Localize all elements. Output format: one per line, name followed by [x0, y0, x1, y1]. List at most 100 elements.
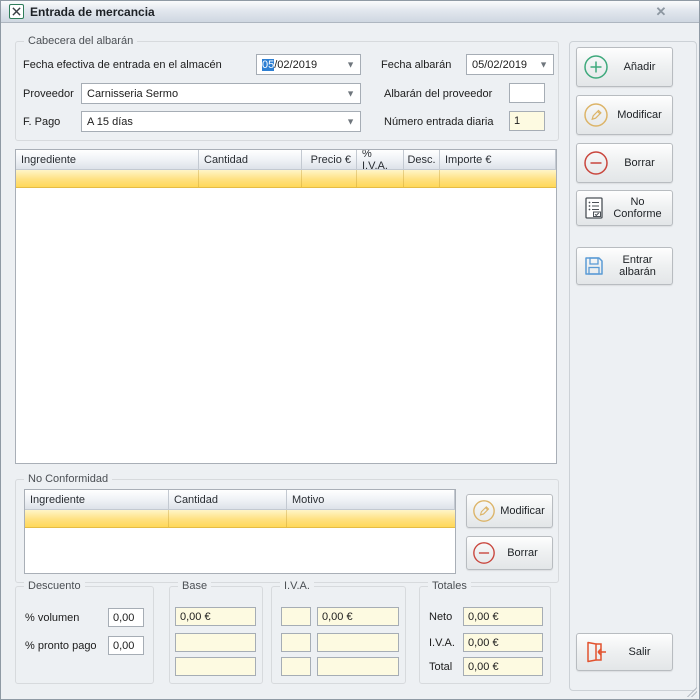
iva-amount-3-field — [317, 657, 399, 676]
ingredientes-grid[interactable]: Ingrediente Cantidad Precio € % I.V.A. D… — [15, 149, 557, 464]
plus-circle-icon — [581, 54, 611, 80]
delete-button-label: Borrar — [611, 157, 668, 169]
column-header-cantidad[interactable]: Cantidad — [199, 150, 302, 170]
add-button-label: Añadir — [611, 61, 668, 73]
app-icon — [9, 4, 24, 19]
add-button[interactable]: Añadir — [576, 47, 673, 87]
iva-amount-1-value: 0,00 € — [322, 611, 353, 623]
iva-amount-2-field — [317, 633, 399, 652]
f-pago-value: A 15 días — [87, 116, 133, 128]
grid-header-row: Ingrediente Cantidad Precio € % I.V.A. D… — [16, 150, 556, 170]
iva-amount-1-field: 0,00 € — [317, 607, 399, 626]
totales-iva-value: 0,00 € — [468, 637, 499, 649]
exit-button-label: Salir — [611, 646, 668, 658]
nc-column-header-motivo[interactable]: Motivo — [287, 490, 455, 510]
save-albaran-button-label: Entrar albarán — [607, 254, 668, 278]
iva-pct-3-field — [281, 657, 311, 676]
chevron-down-icon[interactable]: ▼ — [346, 88, 355, 98]
column-header-ingrediente[interactable]: Ingrediente — [16, 150, 199, 170]
pronto-pago-input[interactable]: 0,00 — [108, 636, 144, 655]
albaran-proveedor-label: Albarán del proveedor — [384, 88, 492, 100]
base-1-value: 0,00 € — [180, 611, 211, 623]
totales-iva-label: I.V.A. — [429, 637, 455, 649]
window-title: Entrada de mercancia — [30, 5, 155, 19]
modify-button-label: Modificar — [611, 109, 668, 121]
fecha-entrada-rest: /02/2019 — [274, 59, 317, 71]
exit-button[interactable]: Salir — [576, 633, 673, 671]
pronto-pago-value: 0,00 — [113, 640, 134, 652]
nc-modify-button[interactable]: Modificar — [466, 494, 553, 528]
pencil-circle-icon — [471, 499, 497, 523]
iva-title: I.V.A. — [280, 580, 314, 592]
nc-grid-header-row: Ingrediente Cantidad Motivo — [25, 490, 455, 510]
titlebar: Entrada de mercancia ✕ — [1, 1, 699, 23]
proveedor-select[interactable]: Carnisseria Sermo ▼ — [81, 83, 361, 104]
no-conformidad-grid[interactable]: Ingrediente Cantidad Motivo — [24, 489, 456, 574]
descuento-title: Descuento — [24, 580, 85, 592]
iva-pct-2-field — [281, 633, 311, 652]
fecha-entrada-label: Fecha efectiva de entrada en el almacén — [23, 59, 222, 71]
volumen-input[interactable]: 0,00 — [108, 608, 144, 627]
column-header-desc[interactable]: Desc. — [404, 150, 440, 170]
iva-pct-1-field — [281, 607, 311, 626]
numero-entrada-input[interactable]: 1 — [509, 111, 545, 131]
total-label: Total — [429, 661, 452, 673]
fecha-albaran-datepicker[interactable]: 05/02/2019 ▼ — [466, 54, 554, 75]
chevron-down-icon[interactable]: ▼ — [346, 116, 355, 126]
column-header-importe[interactable]: Importe € — [440, 150, 556, 170]
entrada-mercancia-window: Entrada de mercancia ✕ Cabecera del alba… — [0, 0, 700, 700]
pencil-circle-icon — [581, 102, 611, 128]
totales-iva-field: 0,00 € — [463, 633, 543, 652]
total-value: 0,00 € — [468, 661, 499, 673]
chevron-down-icon[interactable]: ▼ — [346, 59, 355, 69]
table-row[interactable] — [25, 510, 455, 528]
volumen-value: 0,00 — [113, 612, 134, 624]
nc-column-header-ingrediente[interactable]: Ingrediente — [25, 490, 169, 510]
fecha-albaran-label: Fecha albarán — [381, 59, 451, 71]
nc-delete-button-label: Borrar — [497, 547, 548, 559]
fecha-albaran-value: 05/02/2019 — [472, 59, 527, 71]
column-header-iva[interactable]: % I.V.A. — [357, 150, 404, 170]
descuento-group: Descuento — [15, 586, 154, 684]
no-conformidad-title: No Conformidad — [24, 473, 112, 485]
neto-value: 0,00 € — [468, 611, 499, 623]
chevron-down-icon[interactable]: ▼ — [539, 59, 548, 69]
pronto-pago-label: % pronto pago — [25, 640, 97, 652]
exit-door-icon — [581, 639, 611, 665]
delete-button[interactable]: Borrar — [576, 143, 673, 183]
save-floppy-icon — [581, 254, 607, 278]
base-3-field — [175, 657, 256, 676]
neto-field: 0,00 € — [463, 607, 543, 626]
base-2-field — [175, 633, 256, 652]
resize-grip[interactable] — [687, 687, 697, 697]
nc-modify-button-label: Modificar — [497, 505, 548, 517]
fecha-entrada-datepicker[interactable]: 05/02/2019 ▼ — [256, 54, 361, 75]
modify-button[interactable]: Modificar — [576, 95, 673, 135]
totales-title: Totales — [428, 580, 471, 592]
fecha-entrada-selected-segment: 05 — [262, 59, 274, 71]
neto-label: Neto — [429, 611, 452, 623]
total-field: 0,00 € — [463, 657, 543, 676]
base-title: Base — [178, 580, 211, 592]
close-icon[interactable]: ✕ — [651, 4, 671, 20]
volumen-label: % volumen — [25, 612, 79, 624]
nc-column-header-cantidad[interactable]: Cantidad — [169, 490, 287, 510]
cabecera-group-title: Cabecera del albarán — [24, 35, 137, 47]
no-conforme-button-label: No Conforme — [607, 196, 668, 220]
table-row[interactable] — [16, 170, 556, 188]
actions-panel — [569, 41, 697, 691]
proveedor-label: Proveedor — [23, 88, 74, 100]
column-header-precio[interactable]: Precio € — [302, 150, 357, 170]
save-albaran-button[interactable]: Entrar albarán — [576, 247, 673, 285]
minus-circle-icon — [471, 541, 497, 565]
minus-circle-icon — [581, 150, 611, 176]
albaran-proveedor-input[interactable] — [509, 83, 545, 103]
numero-entrada-value: 1 — [514, 115, 520, 127]
proveedor-value: Carnisseria Sermo — [87, 88, 178, 100]
f-pago-label: F. Pago — [23, 116, 60, 128]
no-conforme-button[interactable]: No Conforme — [576, 190, 673, 226]
f-pago-select[interactable]: A 15 días ▼ — [81, 111, 361, 132]
numero-entrada-label: Número entrada diaria — [384, 116, 493, 128]
nc-delete-button[interactable]: Borrar — [466, 536, 553, 570]
base-1-field: 0,00 € — [175, 607, 256, 626]
